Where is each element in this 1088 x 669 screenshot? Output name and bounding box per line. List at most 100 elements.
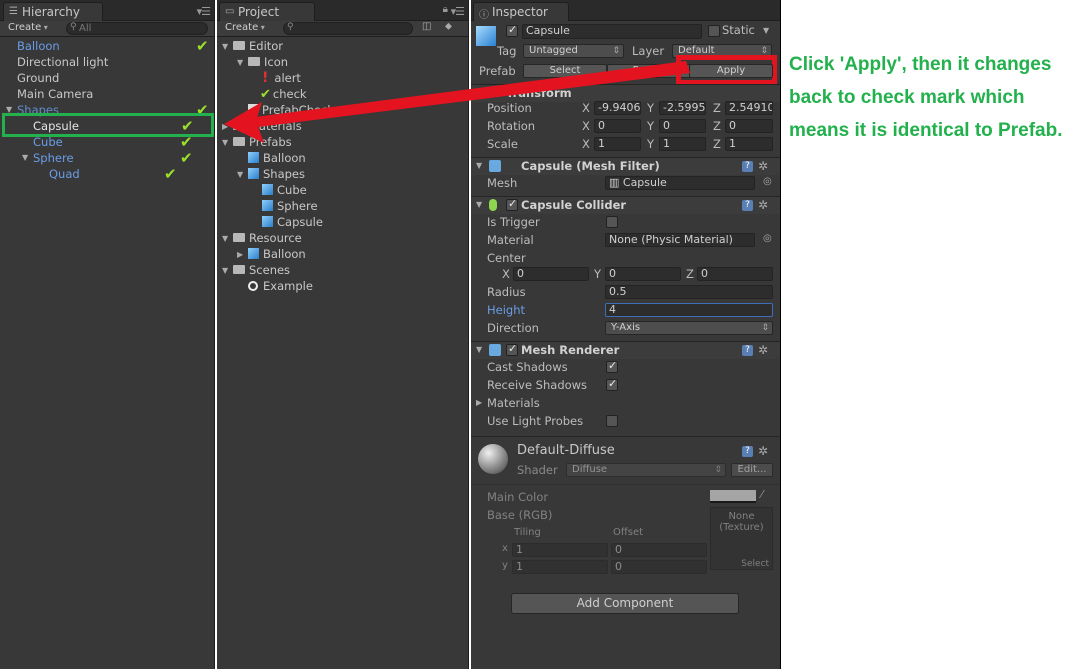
center-x-field[interactable]: 0 (513, 267, 589, 281)
cast-shadows-checkbox[interactable] (606, 359, 618, 373)
scale-x-field[interactable]: 1 (594, 137, 641, 151)
offset-x-field[interactable]: 0 (611, 543, 707, 557)
filter-label-icon[interactable]: ⬥ (445, 21, 452, 32)
help-icon[interactable]: ? (742, 446, 753, 457)
eyedropper-icon[interactable]: ⁄ (761, 488, 763, 501)
project-item-example[interactable]: Example (248, 278, 313, 294)
help-icon[interactable]: ? (742, 200, 753, 211)
receive-shadows-checkbox[interactable] (606, 377, 618, 391)
direction-dropdown[interactable]: Y-Axis (605, 321, 773, 335)
tiling-x-field[interactable]: 1 (512, 543, 608, 557)
position-x-field[interactable]: -9.9406 (594, 101, 641, 115)
static-checkbox[interactable] (708, 25, 720, 37)
main-color-swatch[interactable] (710, 490, 756, 503)
filter-type-icon[interactable]: ◫ (422, 21, 431, 32)
hierarchy-item-main-camera[interactable]: Main Camera (17, 86, 93, 102)
fold-arrow-icon[interactable]: ▶ (222, 122, 228, 131)
tiling-y-field[interactable]: 1 (512, 560, 608, 574)
project-create-button[interactable]: Create (221, 22, 265, 36)
renderer-enabled-checkbox[interactable] (506, 342, 518, 356)
static-dropdown-icon[interactable]: ▼ (763, 26, 769, 35)
mesh-filter-header[interactable]: ▼ Capsule (Mesh Filter) ? ✲ (471, 157, 780, 175)
gear-icon[interactable]: ✲ (758, 199, 768, 211)
project-item-scenes[interactable]: Scenes (233, 262, 290, 278)
shader-dropdown[interactable]: Diffuse (566, 463, 726, 477)
project-item-prefabcheck[interactable]: PrefabCheck (248, 102, 334, 118)
rotation-y-field[interactable]: 0 (659, 119, 706, 133)
tab-menu-icon[interactable]: ▾☰ (197, 5, 211, 18)
collider-material-field[interactable]: None (Physic Material) (605, 233, 755, 247)
object-picker-icon[interactable]: ◎ (763, 233, 772, 244)
project-item-check[interactable]: ✔ check (260, 86, 307, 102)
project-item-balloon-resource[interactable]: Balloon (248, 246, 306, 262)
tab-inspector[interactable]: ⓘ Inspector (473, 2, 569, 21)
light-probes-checkbox[interactable] (606, 415, 618, 427)
tag-dropdown[interactable]: Untagged (523, 44, 624, 58)
hierarchy-item-quad[interactable]: Quad (49, 166, 80, 182)
lock-icon[interactable]: 🔒︎ (443, 4, 448, 15)
center-y-field[interactable]: 0 (605, 267, 681, 281)
radius-field[interactable]: 0.5 (605, 285, 773, 299)
position-y-field[interactable]: -2.5995 (659, 101, 706, 115)
gear-icon[interactable]: ✲ (758, 344, 768, 356)
hierarchy-item-sphere[interactable]: Sphere (33, 150, 74, 166)
fold-arrow-icon[interactable]: ▼ (237, 58, 243, 67)
offset-y-field[interactable]: 0 (611, 560, 707, 574)
help-icon[interactable]: ? (742, 161, 753, 172)
capsule-collider-header[interactable]: ▼ Capsule Collider ? ✲ (471, 196, 780, 214)
height-field[interactable]: 4 (605, 303, 773, 317)
project-item-balloon-prefab[interactable]: Balloon (248, 150, 306, 166)
hierarchy-create-button[interactable]: Create (4, 22, 48, 36)
hierarchy-item-directional-light[interactable]: Directional light (17, 54, 108, 70)
mesh-field[interactable]: ▥ Capsule (605, 176, 755, 190)
hierarchy-item-ground[interactable]: Ground (17, 70, 59, 86)
project-item-icon-folder[interactable]: Icon (248, 54, 288, 70)
project-item-prefabs[interactable]: Prefabs (233, 134, 292, 150)
transform-header[interactable]: ▼ Transform (471, 84, 780, 102)
project-item-cube[interactable]: Cube (262, 182, 307, 198)
collider-enabled-checkbox[interactable] (506, 197, 518, 211)
gear-icon[interactable]: ✲ (758, 160, 768, 172)
project-item-sphere[interactable]: Sphere (262, 198, 318, 214)
position-z-field[interactable]: 2.54910 (725, 101, 773, 115)
texture-slot[interactable]: None (Texture) Select (710, 507, 773, 570)
fold-arrow-icon[interactable]: ▶ (476, 398, 482, 407)
fold-arrow-icon[interactable]: ▼ (222, 266, 228, 275)
tab-hierarchy[interactable]: ☰ Hierarchy (3, 2, 103, 21)
materials-label[interactable]: Materials (487, 396, 540, 410)
project-item-materials[interactable]: Materials (233, 118, 302, 134)
fold-arrow-icon[interactable]: ▼ (222, 42, 228, 51)
project-item-capsule[interactable]: Capsule (262, 214, 323, 230)
hierarchy-item-cube[interactable]: Cube (33, 134, 63, 150)
object-picker-icon[interactable]: ◎ (763, 176, 772, 187)
rotation-z-field[interactable]: 0 (725, 119, 773, 133)
fold-arrow-icon[interactable]: ▼ (22, 153, 28, 162)
gear-icon[interactable]: ✲ (758, 445, 768, 457)
active-checkbox[interactable] (506, 23, 518, 37)
prefab-apply-button[interactable]: Apply (689, 64, 773, 78)
project-item-resource[interactable]: Resource (233, 230, 302, 246)
is-trigger-checkbox[interactable] (606, 216, 618, 228)
prefab-select-button[interactable]: Select (523, 64, 607, 78)
tab-project[interactable]: ▭ Project (219, 2, 315, 21)
help-icon[interactable]: ? (742, 345, 753, 356)
tab-menu-icon[interactable]: ▾☰ (451, 5, 465, 18)
add-component-button[interactable]: Add Component (511, 593, 739, 614)
project-item-shapes[interactable]: Shapes (248, 166, 305, 182)
fold-arrow-icon[interactable]: ▶ (237, 250, 243, 259)
scale-z-field[interactable]: 1 (725, 137, 773, 151)
hierarchy-item-balloon[interactable]: Balloon (17, 38, 60, 54)
hierarchy-search-input[interactable]: ⚲ All (66, 22, 208, 35)
fold-arrow-icon[interactable]: ▼ (237, 170, 243, 179)
project-item-editor[interactable]: Editor (233, 38, 283, 54)
mesh-renderer-header[interactable]: ▼ Mesh Renderer ? ✲ (471, 341, 780, 359)
object-name-field[interactable]: Capsule (522, 24, 702, 39)
scale-y-field[interactable]: 1 (659, 137, 706, 151)
center-z-field[interactable]: 0 (697, 267, 773, 281)
rotation-x-field[interactable]: 0 (594, 119, 641, 133)
shader-edit-button[interactable]: Edit... (731, 463, 773, 477)
project-search-input[interactable]: ⚲ (283, 22, 413, 35)
fold-arrow-icon[interactable]: ▼ (222, 234, 228, 243)
fold-arrow-icon[interactable]: ▼ (222, 138, 228, 147)
project-item-alert[interactable]: ! alert (262, 70, 301, 86)
